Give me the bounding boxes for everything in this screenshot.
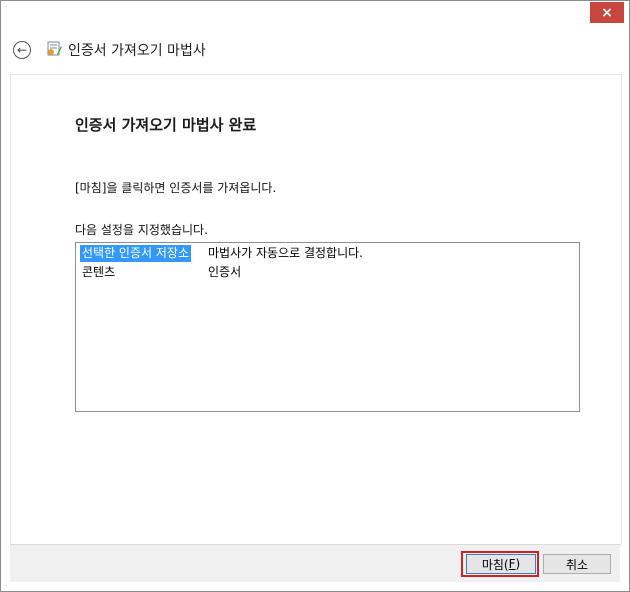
wizard-title: 인증서 가져오기 마법사 bbox=[68, 43, 206, 59]
certificate-wizard-icon bbox=[47, 41, 62, 56]
button-bar: 마침(F) 취소 bbox=[10, 544, 620, 582]
settings-key: 콘텐츠 bbox=[82, 265, 116, 279]
instruction-text: [마침]을 클릭하면 인증서를 가져옵니다. bbox=[75, 181, 277, 195]
page-heading: 인증서 가져오기 마법사 완료 bbox=[75, 116, 257, 134]
close-icon: × bbox=[601, 4, 613, 21]
wizard-header: ← 인증서 가져오기 마법사 bbox=[1, 31, 629, 71]
title-bar: × bbox=[1, 1, 629, 31]
cancel-label: 취소 bbox=[565, 557, 589, 572]
settings-value: 마법사가 자동으로 결정합니다. bbox=[208, 246, 363, 260]
finish-label-prefix: 마침( bbox=[481, 557, 509, 572]
back-arrow-icon: ← bbox=[16, 43, 28, 57]
close-button[interactable]: × bbox=[590, 2, 624, 23]
settings-list[interactable]: 선택한 인증서 저장소 마법사가 자동으로 결정합니다. 콘텐츠 인증서 bbox=[75, 242, 580, 412]
finish-label-suffix: ) bbox=[515, 557, 521, 571]
content-panel: 인증서 가져오기 마법사 완료 [마침]을 클릭하면 인증서를 가져옵니다. 다… bbox=[10, 74, 622, 546]
settings-label: 다음 설정을 지정했습니다. bbox=[75, 223, 208, 237]
cancel-button[interactable]: 취소 bbox=[543, 554, 611, 574]
wizard-window: × ← 인증서 가져오기 마법사 인증서 가져오기 마법사 완료 [마침]을 클… bbox=[0, 0, 630, 592]
settings-key: 선택한 인증서 저장소 bbox=[80, 245, 191, 262]
back-button[interactable]: ← bbox=[13, 41, 31, 59]
finish-button[interactable]: 마침(F) bbox=[466, 554, 536, 574]
finish-mnemonic: F bbox=[508, 557, 516, 571]
settings-value: 인증서 bbox=[208, 265, 242, 279]
